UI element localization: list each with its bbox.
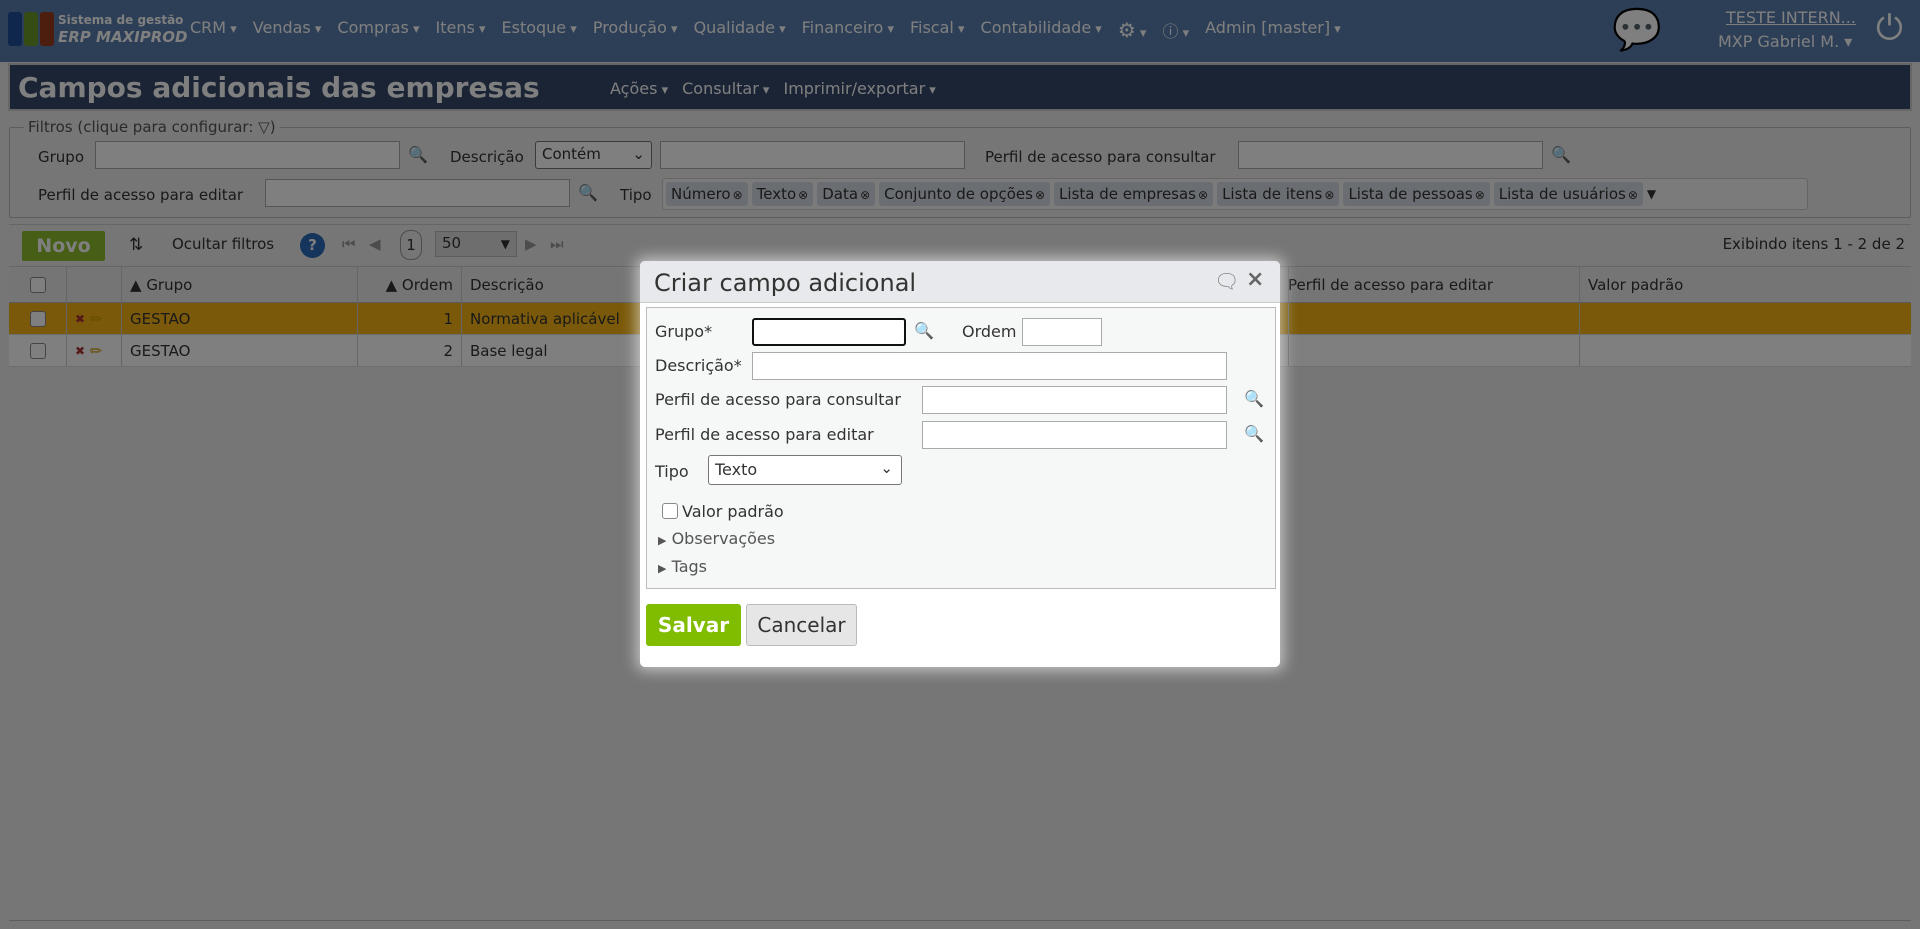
- dialog-title: Criar campo adicional: [654, 269, 917, 297]
- perfil-consultar-input[interactable]: [922, 386, 1227, 414]
- caret-right-icon: ▶: [658, 562, 667, 575]
- observacoes-toggle[interactable]: ▶ Observações: [658, 529, 775, 548]
- descricao-input[interactable]: [752, 352, 1227, 380]
- dialog-header: Criar campo adicional 🗨 ×: [640, 261, 1280, 303]
- descricao-label: Descrição*: [655, 356, 742, 375]
- tipo-label: Tipo: [655, 462, 689, 481]
- grupo-input[interactable]: [752, 318, 906, 346]
- cancelar-button[interactable]: Cancelar: [746, 604, 857, 646]
- search-icon[interactable]: 🔍: [1244, 424, 1264, 443]
- caret-right-icon: ▶: [658, 534, 667, 547]
- ordem-label: Ordem: [962, 322, 1017, 341]
- criar-campo-dialog: Criar campo adicional 🗨 × Grupo* 🔍 Ordem…: [640, 261, 1280, 667]
- valor-padrao-label[interactable]: Valor padrão: [682, 502, 784, 521]
- close-icon[interactable]: ×: [1246, 267, 1264, 292]
- tags-toggle[interactable]: ▶ Tags: [658, 557, 707, 576]
- perfil-editar-input[interactable]: [922, 421, 1227, 449]
- search-icon[interactable]: 🔍: [1244, 389, 1264, 408]
- salvar-button[interactable]: Salvar: [646, 604, 741, 646]
- comment-icon[interactable]: 🗨: [1214, 269, 1239, 293]
- chevron-down-icon: ⌄: [880, 459, 893, 477]
- perfil-consultar-label: Perfil de acesso para consultar: [655, 390, 901, 409]
- ordem-input[interactable]: [1022, 318, 1102, 346]
- perfil-editar-label: Perfil de acesso para editar: [655, 425, 874, 444]
- search-icon[interactable]: 🔍: [914, 321, 934, 340]
- tipo-select[interactable]: Texto ⌄: [708, 455, 902, 485]
- grupo-label: Grupo*: [655, 322, 713, 341]
- valor-padrao-checkbox[interactable]: [662, 503, 678, 519]
